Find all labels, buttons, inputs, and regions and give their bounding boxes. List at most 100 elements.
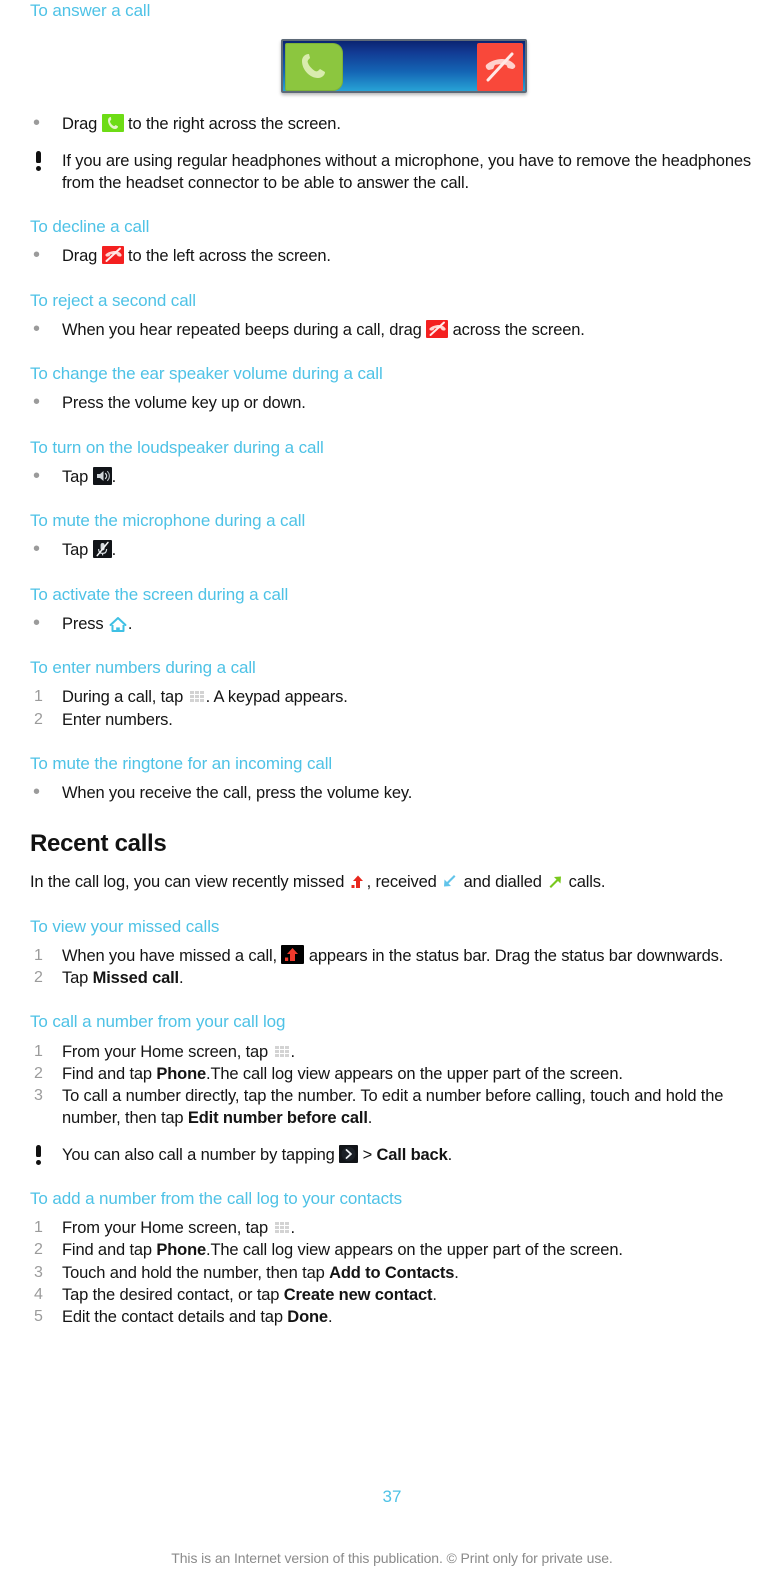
page-content: To answer a call • Drag to the right acr… (30, 0, 778, 1328)
step-text-before: Drag (62, 247, 102, 266)
manual-page: To answer a call • Drag to the right acr… (0, 0, 784, 1590)
step-text-after: . (127, 614, 133, 633)
bullet-marker: • (33, 112, 40, 135)
step-text-after: . (367, 1109, 373, 1128)
step-marker: 2 (34, 969, 43, 987)
list-item: 5 Edit the contact details and tap Done. (30, 1306, 778, 1328)
step-text: When you receive the call, press the vol… (62, 784, 413, 803)
step-marker: 2 (34, 710, 43, 728)
step-marker: 1 (34, 1219, 43, 1237)
bullet-marker: • (33, 538, 40, 561)
decline-call-icon (426, 319, 449, 338)
heading-enter-numbers: To enter numbers during a call (30, 658, 256, 678)
note-part-1: You can also call a number by tapping (62, 1145, 340, 1164)
step-text-before: Find and tap (62, 1241, 157, 1260)
ui-label-create-new-contact: Create new contact (283, 1285, 433, 1304)
bullet-marker: • (33, 244, 40, 267)
list-item: 1 From your Home screen, tap . (30, 1217, 778, 1239)
page-number: 37 (382, 1487, 402, 1506)
list-item: 3 Touch and hold the number, then tap Ad… (30, 1262, 778, 1284)
note-text: If you are using regular headphones with… (62, 151, 751, 192)
step-text: Tap . (62, 540, 117, 560)
step-text-before: Drag (62, 115, 102, 134)
list-item: 2 Find and tap Phone.The call log view a… (30, 1063, 778, 1085)
ui-label-phone: Phone (156, 1064, 207, 1083)
step-text-after: appears in the status bar. Drag the stat… (304, 946, 724, 965)
list-item: 1 When you have missed a call, appears i… (30, 944, 778, 967)
intro-part-4: calls. (564, 873, 606, 892)
step-text: Edit the contact details and tap Done. (62, 1308, 333, 1327)
note-call-back: You can also call a number by tapping > … (30, 1144, 778, 1166)
note-part-2: > (358, 1145, 377, 1164)
step-marker: 1 (34, 946, 43, 964)
step-text: From your Home screen, tap . (62, 1219, 295, 1237)
received-call-arrow-icon (441, 873, 459, 891)
step-text: Tap Missed call. (62, 969, 184, 988)
heading-loudspeaker: To turn on the loudspeaker during a call (30, 437, 324, 457)
step-text-before: When you have missed a call, (62, 946, 282, 965)
list-item: 2 Enter numbers. (30, 709, 778, 731)
heading-answer-call: To answer a call (30, 1, 151, 20)
bullet-marker: • (33, 317, 40, 340)
slider-answer-button (285, 43, 343, 92)
step-text: When you hear repeated beeps during a ca… (62, 319, 585, 339)
list-item: 3 To call a number directly, tap the num… (30, 1085, 778, 1130)
step-text-before: From your Home screen, tap (62, 1219, 273, 1238)
step-marker: 4 (34, 1285, 43, 1303)
step-text-after: .The call log view appears on the upper … (206, 1064, 623, 1083)
step-text-before: During a call, tap (62, 688, 188, 707)
heading-mute-ringtone: To mute the ringtone for an incoming cal… (30, 753, 333, 773)
step-text-after: . (454, 1263, 459, 1282)
step-text: Find and tap Phone.The call log view app… (62, 1065, 623, 1083)
intro-part-1: In the call log, you can view recently m… (30, 873, 349, 892)
heading-decline-call: To decline a call (30, 217, 150, 237)
ui-label-done: Done (287, 1308, 328, 1327)
list-item: • When you receive the call, press the v… (30, 782, 778, 804)
bullet-marker: • (33, 391, 40, 414)
step-text: From your Home screen, tap . (62, 1043, 295, 1061)
heading-ear-speaker-volume: To change the ear speaker volume during … (30, 364, 383, 384)
incoming-call-slider-figure (30, 39, 778, 94)
step-text-after: . (432, 1285, 437, 1304)
list-item: • Drag to the left across the screen. (30, 245, 778, 267)
heading-recent-calls: Recent calls (30, 830, 167, 858)
list-item: • Tap . (30, 539, 778, 561)
step-text-after: . (111, 541, 117, 560)
step-text-after: .The call log view appears on the upper … (206, 1241, 623, 1260)
footer-note: This is an Internet version of this publ… (171, 1550, 613, 1566)
note-headphones: If you are using regular headphones with… (30, 150, 778, 195)
missed-call-arrow-icon (349, 873, 367, 891)
step-text: Find and tap Phone.The call log view app… (62, 1241, 623, 1259)
step-marker: 2 (34, 1241, 43, 1259)
step-text: Tap . (62, 466, 116, 486)
step-text-after: . (290, 1042, 296, 1061)
note-exclamation-icon (32, 150, 46, 172)
app-grid-icon (273, 1042, 291, 1060)
step-text: Touch and hold the number, then tap Add … (62, 1264, 459, 1282)
step-text-after: . (179, 969, 184, 988)
bullet-marker: • (33, 611, 40, 634)
app-grid-icon (273, 1218, 291, 1236)
decline-call-icon (101, 246, 124, 265)
list-item: • Tap . (30, 464, 778, 488)
step-marker: 2 (34, 1064, 43, 1082)
intro-part-2: , received (366, 873, 442, 892)
step-text-before: Touch and hold the number, then tap (62, 1263, 330, 1282)
list-item: • Press the volume key up or down. (30, 392, 778, 414)
note-text: You can also call a number by tapping > … (62, 1144, 452, 1164)
list-item: 1 During a call, tap . A keypad appears. (30, 686, 778, 708)
answer-call-icon (101, 114, 124, 133)
step-text-before: When you hear repeated beeps during a ca… (62, 320, 427, 339)
list-item: 2 Find and tap Phone.The call log view a… (30, 1239, 778, 1261)
step-text-after: . (290, 1219, 296, 1238)
bullet-marker: • (33, 464, 40, 487)
step-text-after: . (327, 1308, 333, 1327)
heading-mute-microphone: To mute the microphone during a call (30, 511, 306, 531)
ui-label-missed-call: Missed call (92, 969, 180, 988)
step-text: During a call, tap . A keypad appears. (62, 688, 348, 706)
ui-label-add-to-contacts: Add to Contacts (329, 1263, 455, 1282)
step-marker: 3 (34, 1263, 43, 1281)
step-text: Tap the desired contact, or tap Create n… (62, 1286, 437, 1304)
step-text: Press . (62, 615, 132, 633)
ui-label-phone: Phone (156, 1241, 207, 1260)
